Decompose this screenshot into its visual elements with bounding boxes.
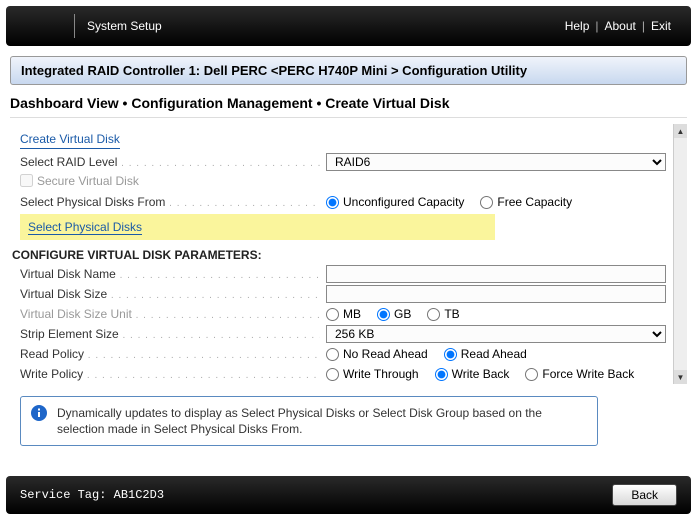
about-link[interactable]: About [605, 19, 636, 33]
separator: | [640, 19, 647, 33]
strip-size-select[interactable]: 256 KB [326, 325, 666, 343]
select-phys-from-label: Select Physical Disks From [20, 195, 320, 209]
exit-link[interactable]: Exit [651, 19, 671, 33]
read-policy-label: Read Policy [20, 347, 320, 361]
service-tag-value: AB1C2D3 [114, 488, 164, 502]
unit-gb-radio[interactable]: GB [377, 307, 411, 321]
select-physical-disks-row[interactable]: Select Physical Disks [20, 214, 495, 240]
scroll-up-arrow[interactable]: ▲ [674, 124, 687, 138]
write-through-radio[interactable]: Write Through [326, 367, 419, 381]
vd-size-unit-label: Virtual Disk Size Unit [20, 307, 320, 321]
raid-level-label: Select RAID Level [20, 155, 320, 169]
page-title: Integrated RAID Controller 1: Dell PERC … [10, 56, 687, 85]
unit-mb-radio[interactable]: MB [326, 307, 361, 321]
write-back-radio[interactable]: Write Back [435, 367, 510, 381]
info-icon [31, 405, 47, 421]
unconfigured-capacity-radio[interactable]: Unconfigured Capacity [326, 195, 464, 209]
read-ahead-radio[interactable]: Read Ahead [444, 347, 527, 361]
help-link[interactable]: Help [565, 19, 590, 33]
scrollbar[interactable]: ▲ ▼ [673, 124, 687, 384]
free-capacity-radio[interactable]: Free Capacity [480, 195, 572, 209]
scroll-down-arrow[interactable]: ▼ [674, 370, 687, 384]
back-button[interactable]: Back [612, 484, 677, 506]
app-title: System Setup [87, 19, 162, 33]
vd-size-label: Virtual Disk Size [20, 287, 320, 301]
unit-tb-radio[interactable]: TB [427, 307, 459, 321]
secure-vd-label: Secure Virtual Disk [37, 174, 139, 188]
strip-size-label: Strip Element Size [20, 327, 320, 341]
no-read-ahead-radio[interactable]: No Read Ahead [326, 347, 428, 361]
secure-virtual-disk-checkbox: Secure Virtual Disk [20, 174, 139, 188]
vd-name-label: Virtual Disk Name [20, 267, 320, 281]
scroll-thumb[interactable] [676, 140, 686, 200]
info-text: Dynamically updates to display as Select… [57, 405, 587, 437]
raid-level-select[interactable]: RAID6 [326, 153, 666, 171]
force-write-back-radio[interactable]: Force Write Back [525, 367, 634, 381]
topbar-divider [74, 14, 75, 38]
configure-vd-params-header: CONFIGURE VIRTUAL DISK PARAMETERS: [12, 248, 669, 262]
bottom-bar: Service Tag: AB1C2D3 Back [6, 476, 691, 514]
service-tag-label: Service Tag: [20, 488, 106, 502]
secure-vd-input [20, 174, 33, 187]
info-box: Dynamically updates to display as Select… [20, 396, 598, 446]
vd-size-input[interactable] [326, 285, 666, 303]
vd-name-input[interactable] [326, 265, 666, 283]
select-physical-disks-link[interactable]: Select Physical Disks [28, 220, 142, 235]
create-virtual-disk-link[interactable]: Create Virtual Disk [20, 130, 120, 149]
breadcrumb: Dashboard View • Configuration Managemen… [10, 85, 687, 118]
top-bar: System Setup Help | About | Exit [6, 6, 691, 46]
form-area: Create Virtual Disk Select RAID Level RA… [10, 124, 687, 384]
write-policy-label: Write Policy [20, 367, 320, 381]
separator: | [593, 19, 600, 33]
